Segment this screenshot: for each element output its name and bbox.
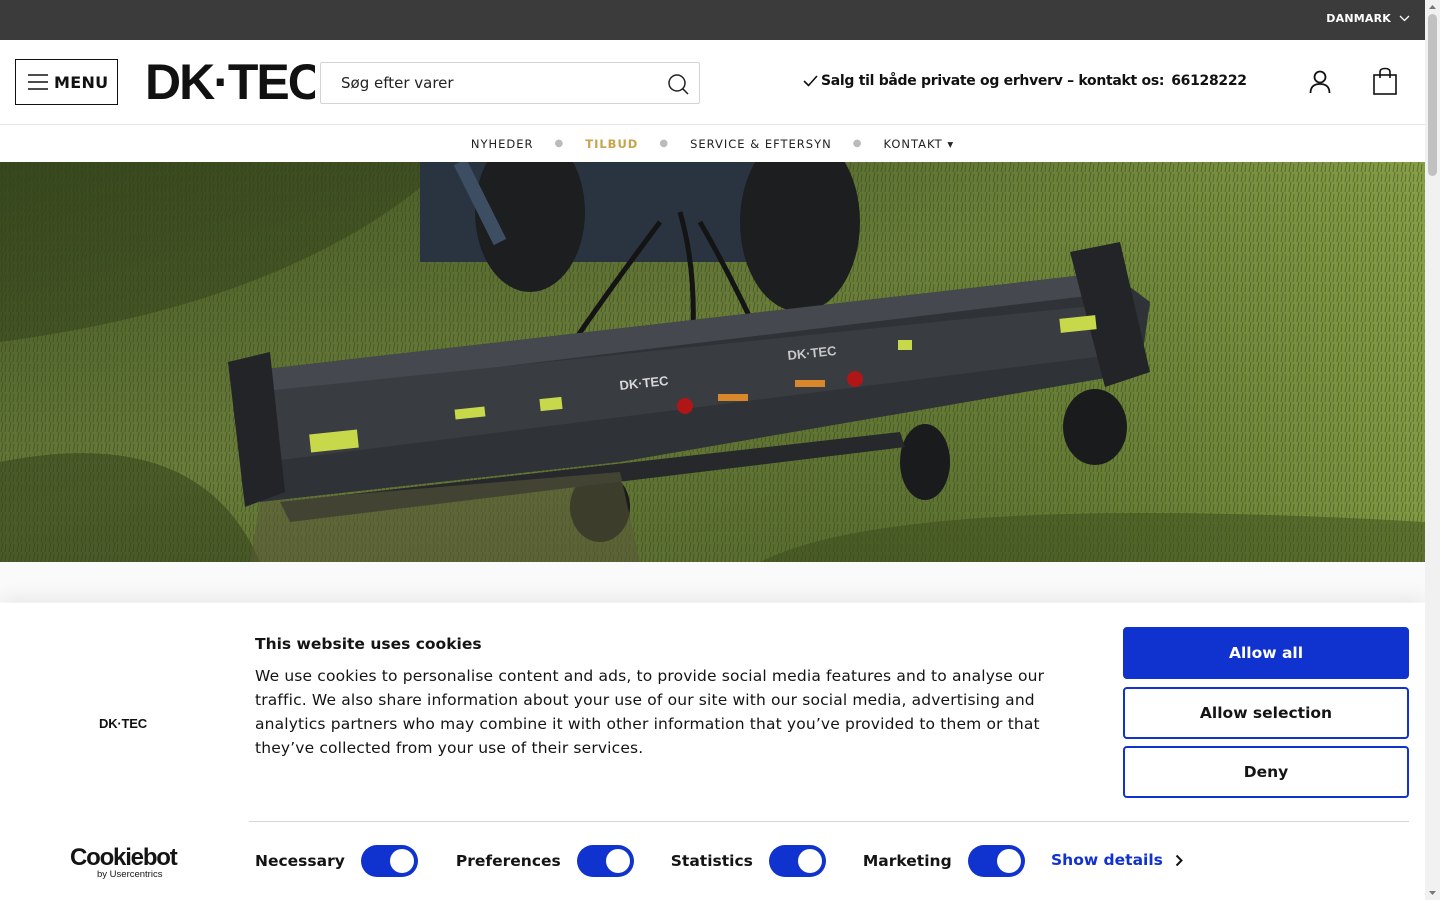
toggle-label: Preferences <box>455 852 561 870</box>
toggle-label: Statistics <box>670 852 753 870</box>
top-bar: DANMARK <box>0 0 1425 40</box>
cookie-banner: DK·TEC This website uses cookies We use … <box>0 603 1425 900</box>
hero-image: DK·TEC DK·TEC <box>0 162 1425 562</box>
toggle-necessary[interactable]: Necessary <box>255 845 418 877</box>
logo-text: DK·TEC <box>145 58 315 104</box>
shopping-bag-icon[interactable] <box>1372 67 1398 95</box>
user-icon[interactable] <box>1307 69 1333 95</box>
cookie-banner-logo: DK·TEC <box>99 716 147 731</box>
show-details-link[interactable]: Show details <box>1051 851 1183 869</box>
scrollbar-thumb[interactable] <box>1428 14 1437 176</box>
country-selector[interactable]: DANMARK <box>1326 12 1410 25</box>
scroll-up-arrow-icon[interactable] <box>1428 3 1437 11</box>
menu-label: MENU <box>54 72 109 92</box>
toggle-label: Necessary <box>255 852 345 870</box>
scroll-down-arrow-icon[interactable] <box>1428 889 1437 897</box>
toggle-knob <box>996 849 1021 873</box>
chevron-right-icon <box>1175 854 1183 866</box>
cookie-banner-title: This website uses cookies <box>255 635 482 653</box>
allow-selection-button[interactable]: Allow selection <box>1123 687 1409 739</box>
content-strip <box>0 562 1425 602</box>
phone-link[interactable]: 66128222 <box>1171 73 1247 89</box>
cookiebot-subtitle: by Usercentrics <box>97 869 163 880</box>
toggle-switch[interactable] <box>360 845 418 877</box>
divider <box>249 821 1409 822</box>
checkmark-icon <box>803 75 818 87</box>
nav-separator: ● <box>852 138 863 149</box>
chevron-down-icon <box>1399 15 1410 22</box>
toggle-statistics[interactable]: Statistics <box>671 845 826 877</box>
toggle-label: Marketing <box>862 852 952 870</box>
country-label: DANMARK <box>1326 12 1391 25</box>
search-input[interactable] <box>321 63 641 103</box>
show-details-label: Show details <box>1051 851 1163 869</box>
site-header: MENU DK·TEC Salg til både private og erh… <box>0 40 1425 125</box>
allow-all-button[interactable]: Allow all <box>1123 627 1409 679</box>
toggle-switch[interactable] <box>576 845 634 877</box>
scrollbar[interactable] <box>1425 0 1440 900</box>
toggle-switch[interactable] <box>768 845 826 877</box>
toggle-switch[interactable] <box>967 845 1025 877</box>
toggle-knob <box>797 849 822 873</box>
nav-item-service[interactable]: SERVICE & EFTERSYN <box>690 137 832 151</box>
main-nav: NYHEDER ● TILBUD ● SERVICE & EFTERSYN ● … <box>0 125 1425 162</box>
hamburger-icon <box>28 74 48 90</box>
search-box <box>320 62 700 104</box>
nav-item-tilbud[interactable]: TILBUD <box>585 137 638 151</box>
nav-separator: ● <box>659 138 670 149</box>
toggle-knob <box>389 849 414 873</box>
deny-button[interactable]: Deny <box>1123 746 1409 798</box>
cookiebot-brand: Cookiebot <box>70 844 178 871</box>
usp-text: Salg til både private og erhverv – konta… <box>821 73 1165 89</box>
toggle-marketing[interactable]: Marketing <box>863 845 1025 877</box>
cookiebot-logo[interactable]: Cookiebot by Usercentrics <box>70 844 178 881</box>
menu-button[interactable]: MENU <box>15 59 118 105</box>
cookie-banner-text: We use cookies to personalise content an… <box>255 667 1045 757</box>
toggle-preferences[interactable]: Preferences <box>456 845 634 877</box>
site-logo[interactable]: DK·TEC <box>145 58 315 104</box>
toggle-knob <box>605 849 630 873</box>
nav-item-kontakt[interactable]: KONTAKT ▾ <box>883 137 954 151</box>
nav-item-nyheder[interactable]: NYHEDER <box>471 137 534 151</box>
consent-toggles: Necessary Preferences Statistics Marketi… <box>255 844 1025 878</box>
search-icon[interactable] <box>667 73 689 95</box>
usp-message: Salg til både private og erhverv – konta… <box>803 73 1247 89</box>
nav-separator: ● <box>554 138 565 149</box>
